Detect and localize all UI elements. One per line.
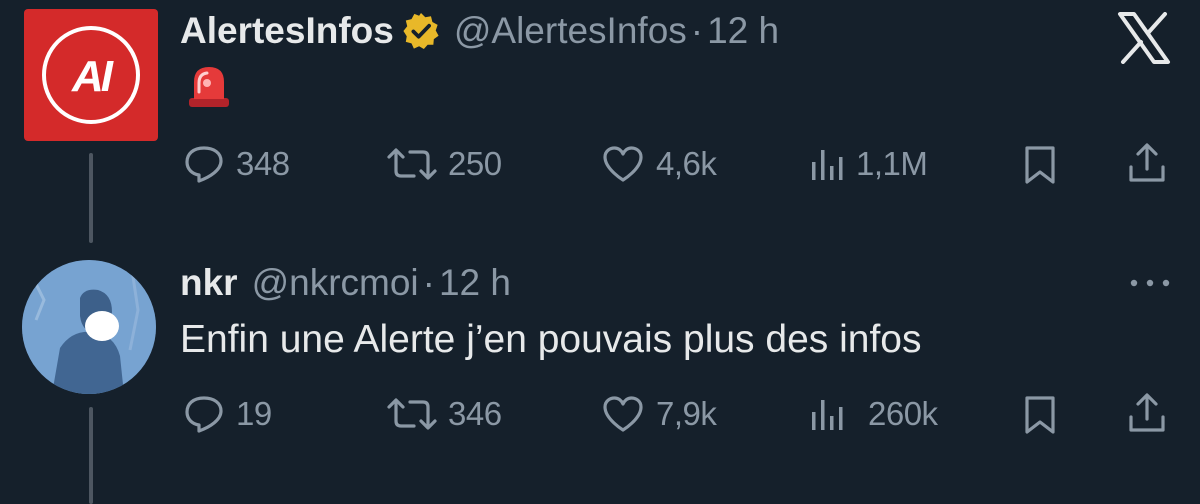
views-icon [812,150,843,180]
heart-icon [603,146,643,182]
reply-button[interactable]: 19 [184,394,272,434]
verified-badge-icon [402,12,440,50]
author-handle[interactable]: @AlertesInfos [454,10,687,52]
avatar-nkr[interactable] [22,260,156,394]
reply-icon [185,146,223,183]
tweet-header: AlertesInfos @AlertesInfos · 12 h [180,8,779,54]
reply-count: 348 [236,145,290,182]
bookmark-icon [1025,146,1055,184]
retweet-icon [387,148,437,180]
retweet-button[interactable]: 250 [386,144,502,184]
views-count: 260k [868,395,938,432]
separator-dot: · [690,10,704,51]
thread-line [89,153,93,243]
bookmark-button[interactable] [1023,395,1057,440]
separator-dot: · [422,262,435,303]
tweet-header: nkr @nkrcmoi · 12 h [180,260,511,306]
share-button[interactable] [1127,142,1167,189]
views-count: 1,1M [856,145,928,182]
siren-emoji: 🚨 [186,62,203,112]
retweet-count: 346 [448,395,502,432]
heart-icon [603,396,643,432]
bookmark-button[interactable] [1023,145,1057,190]
share-button[interactable] [1127,392,1167,439]
reply-count: 19 [236,395,272,432]
views-button[interactable]: 1,1M [808,144,928,184]
author-name[interactable]: nkr [180,262,238,304]
tweet-nkr[interactable]: nkr @nkrcmoi · 12 h Enfin une Alerte j’e… [0,250,1200,504]
reply-button[interactable]: 348 [184,144,290,184]
share-icon [1129,143,1165,182]
reply-icon [185,396,223,433]
tweet-alertesinfos[interactable]: AI AlertesInfos @AlertesInfos · 12 h 🚨 3… [0,0,1200,250]
share-icon [1129,393,1165,432]
more-horizontal-icon [1130,279,1170,287]
views-icon [812,400,843,430]
author-handle[interactable]: @nkrcmoi [252,262,419,304]
more-options-button[interactable] [1128,276,1172,294]
retweet-icon [387,398,437,430]
tweet-text: Enfin une Alerte j’en pouvais plus des i… [180,318,922,361]
like-button[interactable]: 7,9k [602,394,717,434]
views-button[interactable]: 260k [808,394,938,434]
like-count: 4,6k [656,145,717,182]
retweet-button[interactable]: 346 [386,394,502,434]
tweet-text: 🚨 [186,62,232,112]
author-name[interactable]: AlertesInfos [180,10,394,52]
like-button[interactable]: 4,6k [602,144,717,184]
bookmark-icon [1025,396,1055,434]
thread-line-lower [89,407,93,504]
tweet-time[interactable]: 12 h [707,10,779,52]
retweet-count: 250 [448,145,502,182]
tweet-time[interactable]: 12 h [439,262,511,304]
like-count: 7,9k [656,395,717,432]
avatar-initials: AI [71,52,114,101]
avatar-alertesinfos[interactable]: AI [24,9,158,141]
